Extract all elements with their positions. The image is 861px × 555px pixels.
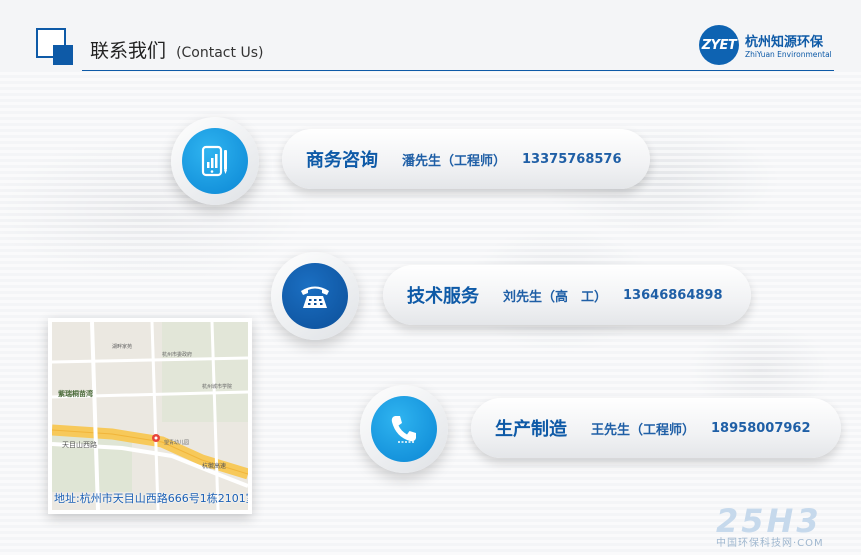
contact-label: 商务咨询 (306, 150, 378, 171)
watermark-text: 中国环保科技网·COM (716, 538, 824, 549)
mobile-chart-icon-circle (171, 117, 259, 205)
brand-name: 杭州知源环保 (745, 35, 824, 50)
contact-card-tech: 技术服务 刘先生（高 工） 13646864898 (383, 265, 751, 325)
page-title-en: (Contact Us) (176, 45, 264, 61)
map-label-poi2: 杭州市委政府 (162, 351, 192, 358)
location-map[interactable]: 紫瑞桐苗湾 天目山西路 杭徽高速 湖畔家苑 杭州市委政府 望青幼儿园 杭州城市学… (52, 322, 248, 510)
title-decoration-icon (36, 28, 73, 65)
map-label-poi3: 望青幼儿园 (164, 439, 189, 446)
phone-handset-icon (391, 416, 416, 443)
map-label-road2: 杭徽高速 (202, 462, 226, 470)
brand-logo: ZYET (699, 25, 739, 65)
map-label-road1: 天目山西路 (62, 440, 97, 449)
contact-label: 生产制造 (495, 419, 567, 440)
telephone-icon (301, 286, 329, 308)
phone-handset-icon-circle (360, 385, 448, 473)
contact-label: 技术服务 (407, 286, 479, 307)
contact-person: 潘先生（工程师） (402, 153, 507, 169)
page-title-cn: 联系我们 (90, 40, 167, 62)
mobile-chart-icon (201, 145, 227, 177)
map-label-poi4: 杭州城市学院 (202, 383, 232, 390)
header-divider (82, 70, 834, 71)
map-address: 地址:杭州市天目山西路666号1栋2101室 (54, 492, 248, 505)
contact-person: 王先生（工程师） (591, 422, 696, 438)
contact-phone[interactable]: 18958007962 (711, 421, 811, 436)
location-map-card[interactable]: 紫瑞桐苗湾 天目山西路 杭徽高速 湖畔家苑 杭州市委政府 望青幼儿园 杭州城市学… (48, 318, 252, 514)
page-title: 联系我们 (Contact Us) (90, 36, 263, 63)
map-label-district: 紫瑞桐苗湾 (58, 389, 93, 398)
contact-phone[interactable]: 13375768576 (522, 152, 622, 167)
contact-phone[interactable]: 13646864898 (623, 288, 723, 303)
map-label-poi1: 湖畔家苑 (112, 343, 132, 350)
contact-person: 刘先生（高 工） (503, 289, 608, 305)
telephone-icon-circle (271, 252, 359, 340)
contact-card-production: 生产制造 王先生（工程师） 18958007962 (471, 398, 841, 458)
brand-subtitle: ZhiYuan Environmental (745, 50, 832, 59)
contact-card-business: 商务咨询 潘先生（工程师） 13375768576 (282, 129, 650, 189)
